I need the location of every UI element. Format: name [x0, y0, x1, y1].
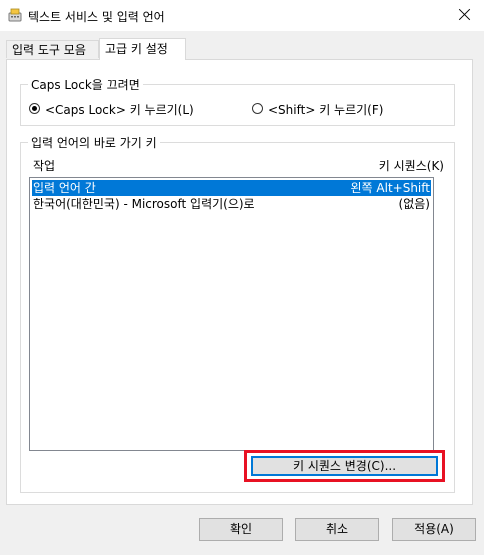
list-item-action: 한국어(대한민국) - Microsoft 입력기(으)로	[33, 197, 255, 211]
ok-button[interactable]: 확인	[199, 518, 283, 541]
radio-checked-icon[interactable]	[29, 103, 40, 114]
highlight-box: 키 시퀀스 변경(C)...	[244, 450, 445, 482]
list-item-key-sequence: 왼쪽 Alt+Shift	[350, 181, 430, 195]
list-item[interactable]: 한국어(대한민국) - Microsoft 입력기(으)로 (없음)	[32, 196, 431, 212]
close-button[interactable]	[454, 5, 474, 25]
keyboard-settings-icon	[8, 8, 22, 22]
hotkeys-group: 입력 언어의 바로 가기 키 작업 키 시퀀스(K) 입력 언어 간 왼쪽 Al…	[20, 134, 455, 493]
column-header-key-sequence: 키 시퀀스(K)	[378, 159, 444, 173]
list-header: 작업 키 시퀀스(K)	[21, 155, 452, 175]
hotkey-list[interactable]: 입력 언어 간 왼쪽 Alt+Shift 한국어(대한민국) - Microso…	[29, 177, 434, 451]
caps-lock-key-label: <Caps Lock> 키 누르기(L)	[45, 103, 194, 117]
apply-button[interactable]: 적용(A)	[392, 518, 476, 541]
list-item-key-sequence: (없음)	[398, 197, 430, 211]
radio-unchecked-icon[interactable]	[252, 103, 263, 114]
list-item[interactable]: 입력 언어 간 왼쪽 Alt+Shift	[32, 180, 431, 196]
column-header-action: 작업	[33, 159, 56, 173]
tab-panel: Caps Lock을 끄려면 <Caps Lock> 키 누르기(L) <Shi…	[6, 59, 473, 505]
window-title: 텍스트 서비스 및 입력 언어	[28, 10, 165, 24]
tab-advanced-key-settings[interactable]: 고급 키 설정	[99, 38, 186, 60]
tab-input-toolbar[interactable]: 입력 도구 모음	[6, 40, 99, 58]
caps-lock-group-title: Caps Lock을 끄려면	[31, 78, 140, 92]
tab-strip: 입력 도구 모음 고급 키 설정	[6, 38, 476, 60]
change-key-sequence-button[interactable]: 키 시퀀스 변경(C)...	[251, 456, 438, 476]
caps-lock-group: Caps Lock을 끄려면 <Caps Lock> 키 누르기(L) <Shi…	[20, 76, 455, 126]
hotkeys-group-title: 입력 언어의 바로 가기 키	[31, 136, 157, 150]
cancel-button[interactable]: 취소	[295, 518, 379, 541]
shift-key-label: <Shift> 키 누르기(F)	[268, 103, 384, 117]
list-item-action: 입력 언어 간	[33, 181, 96, 195]
title-bar: 텍스트 서비스 및 입력 언어	[0, 0, 484, 31]
